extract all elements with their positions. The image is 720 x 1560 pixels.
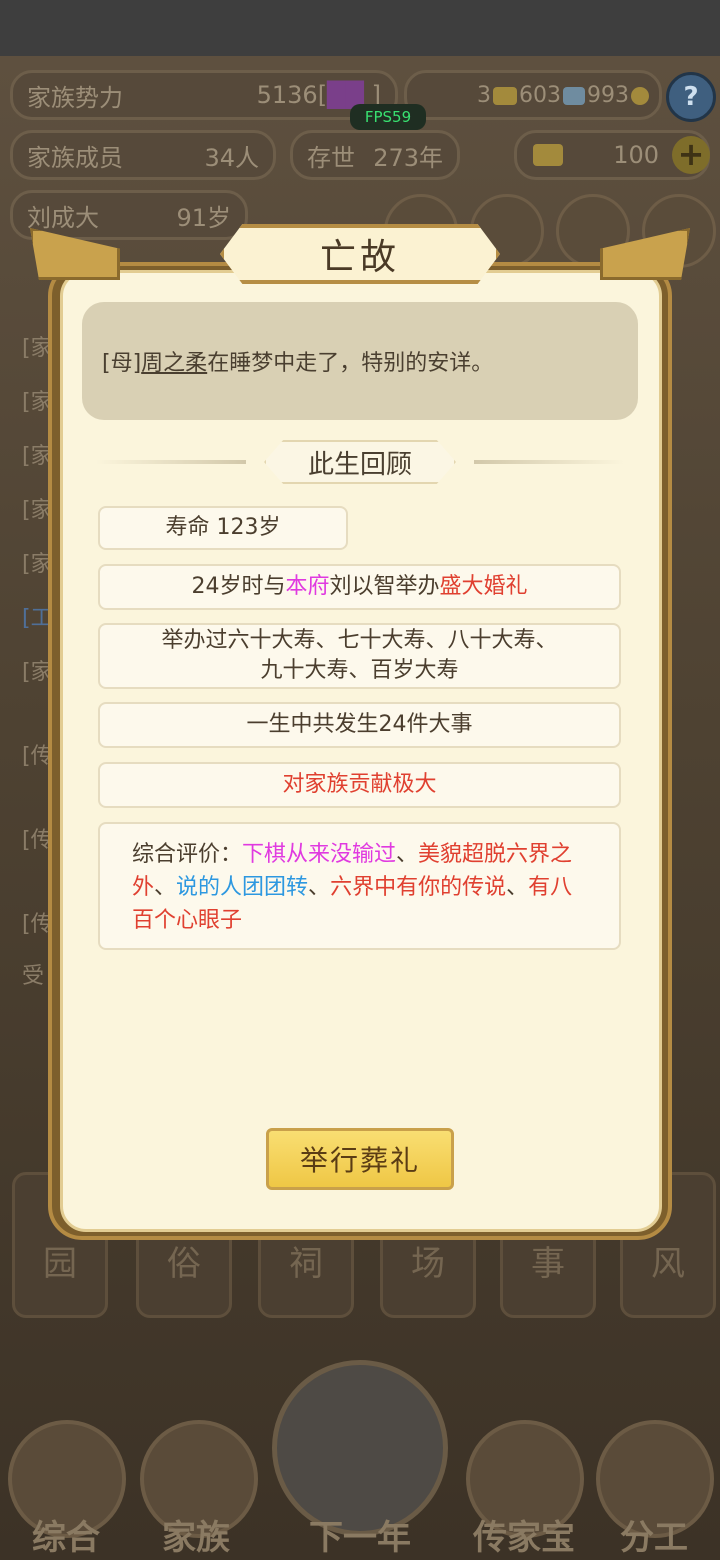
hold-funeral-button[interactable]: 举行葬礼 <box>266 1128 454 1190</box>
family-label: 家族 <box>162 1518 230 1558</box>
family-power-label: 家族势力 <box>27 83 123 112</box>
copper-coin-icon <box>631 86 649 105</box>
message-prefix: [母] <box>102 351 142 376</box>
gold-ingot-icon <box>493 86 517 105</box>
marriage-grand-wedding: 盛大婚礼 <box>439 574 528 599</box>
next-year-label: 下一年 <box>309 1518 411 1558</box>
overview-label: 综合 <box>32 1518 100 1558</box>
dialog-title: 亡故 <box>220 224 500 284</box>
deceased-name-link[interactable]: 周之柔 <box>141 345 207 377</box>
death-message: [母] 周之柔 在睡梦中走了，特别的安详。 <box>82 302 638 420</box>
existence-value: 273年 <box>373 143 443 172</box>
divider-right <box>474 460 624 464</box>
lifespan-card: 寿命 123岁 <box>98 506 348 550</box>
marriage-spouse: 刘以智举办 <box>329 574 440 599</box>
family-members-pill[interactable]: 家族成员 34人 <box>10 130 276 180</box>
heirloom-label: 传家宝 <box>473 1518 575 1558</box>
marriage-text: 24岁时与 <box>191 574 286 599</box>
currency-pill: 3 603 993 <box>404 70 662 120</box>
existence-pill: 存世 273年 <box>290 130 460 180</box>
gold-value: 100 <box>613 141 659 169</box>
silver-ingot-icon <box>563 86 585 105</box>
evaluation-text: 综合评价：下棋从来没输过、美貌超脱六界之外、说的人团团转、六界中有你的传说、有八… <box>132 842 573 933</box>
marriage-house: 本府 <box>285 574 330 599</box>
fps-counter: FPS59 <box>350 104 426 130</box>
patriarch-age: 91岁 <box>176 203 231 232</box>
gold-ingot-icon <box>533 144 563 166</box>
trait-persuasion: 说的人团团转 <box>176 875 309 900</box>
patriarch-name: 刘成大 <box>27 203 99 232</box>
family-power-pill[interactable]: 家族势力 5136[██ ] <box>10 70 398 120</box>
marriage-card: 24岁时与 本府 刘以智举办 盛大婚礼 <box>98 564 621 610</box>
events-card: 一生中共发生24件大事 <box>98 702 621 748</box>
family-members-value: 34人 <box>204 143 259 172</box>
existence-label: 存世 <box>307 143 355 172</box>
trait-legend: 六界中有你的传说 <box>330 875 507 900</box>
log-row: 受 <box>22 964 45 989</box>
evaluation-card: 综合评价：下棋从来没输过、美貌超脱六界之外、说的人团团转、六界中有你的传说、有八… <box>98 822 621 950</box>
evaluation-label: 综合评价： <box>132 842 243 867</box>
birthdays-line-2: 九十大寿、百岁大寿 <box>260 658 459 683</box>
family-members-label: 家族成员 <box>27 143 123 172</box>
birthdays-card: 举办过六十大寿、七十大寿、八十大寿、 九十大寿、百岁大寿 <box>98 623 621 689</box>
status-bar-area <box>0 0 720 56</box>
life-review-heading: 此生回顾 <box>264 440 456 484</box>
add-gold-button[interactable]: + <box>672 136 710 174</box>
help-button[interactable]: ? <box>666 72 716 122</box>
division-label: 分工 <box>620 1518 688 1558</box>
currency-values: 3 603 993 <box>477 83 651 108</box>
birthdays-line-1: 举办过六十大寿、七十大寿、八十大寿、 <box>161 628 558 653</box>
trait-chess: 下棋从来没输过 <box>242 842 397 867</box>
contribution-card: 对家族贡献极大 <box>98 762 621 808</box>
message-text: 在睡梦中走了，特别的安详。 <box>207 351 494 376</box>
divider-left <box>96 460 246 464</box>
